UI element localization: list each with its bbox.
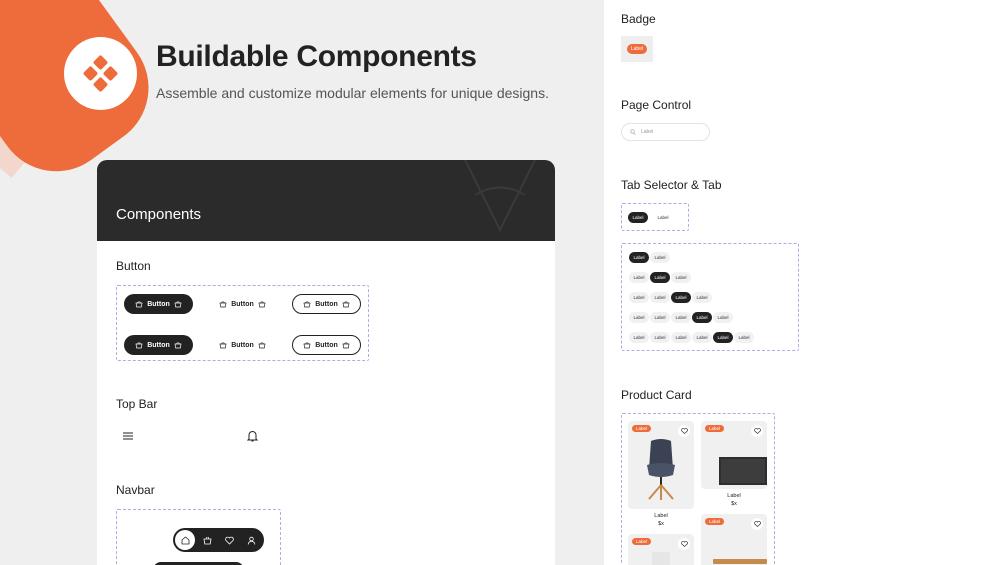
tab[interactable]: Label: [629, 332, 649, 343]
basket-icon: [174, 300, 182, 307]
product-card[interactable]: Label: [701, 514, 767, 565]
product-card-group: Label Label $x Label Label $x Label Labe…: [621, 413, 775, 565]
left-panel: Buildable Components Assemble and custom…: [0, 0, 604, 565]
basket-icon: [303, 341, 311, 348]
basket-icon: [303, 300, 311, 307]
product-card-section-title: Product Card: [621, 388, 692, 402]
badge-section-title: Badge: [621, 12, 656, 26]
tab[interactable]: Label: [650, 332, 670, 343]
tab[interactable]: Label: [650, 252, 670, 263]
product-badge: Label: [632, 538, 652, 545]
tv-image: [719, 457, 767, 485]
heart-icon[interactable]: [219, 530, 239, 550]
product-image: [652, 552, 670, 565]
button-light[interactable]: Button: [208, 335, 277, 355]
button-section-title: Button: [116, 259, 151, 273]
tab[interactable]: Label: [713, 312, 733, 323]
search-placeholder: Label: [641, 129, 654, 135]
logo-diamond-icon: [64, 37, 137, 110]
badge-preview: Label: [621, 36, 653, 62]
button-outline[interactable]: Button: [292, 335, 361, 355]
right-panel: Badge Label Page Control Label Tab Selec…: [604, 0, 1005, 565]
product-badge: Label: [705, 518, 725, 525]
tab[interactable]: Label: [671, 312, 691, 323]
page-title: Buildable Components: [156, 40, 477, 73]
product-badge: Label: [705, 425, 725, 432]
tab[interactable]: Label: [650, 292, 670, 303]
tab[interactable]: Label: [692, 332, 712, 343]
tab[interactable]: Label: [671, 332, 691, 343]
basket-icon: [342, 300, 350, 307]
button-label: Button: [147, 341, 170, 349]
tab-active[interactable]: Label: [629, 252, 649, 263]
tab[interactable]: Label: [629, 312, 649, 323]
heart-icon[interactable]: [678, 538, 690, 550]
button-variants-group: Button Button Button Button Button Butto…: [116, 285, 369, 361]
tab-selector-group: Label Label: [621, 203, 689, 231]
tab[interactable]: Label: [629, 272, 649, 283]
heart-icon[interactable]: [678, 425, 690, 437]
basket-icon: [219, 300, 227, 307]
button-dark[interactable]: Button: [124, 335, 193, 355]
tab-active[interactable]: Label: [671, 292, 691, 303]
button-light[interactable]: Button: [208, 294, 277, 314]
button-label: Button: [231, 300, 254, 308]
tab-active[interactable]: Label: [692, 312, 712, 323]
button-dark[interactable]: Button: [124, 294, 193, 314]
product-name: Label: [727, 493, 741, 499]
tab[interactable]: Label: [734, 332, 754, 343]
button-outline[interactable]: Button: [292, 294, 361, 314]
tab[interactable]: Label: [671, 272, 691, 283]
button-label: Button: [315, 341, 338, 349]
tab-matrix-group: Label Label Label Label Label Label Labe…: [621, 243, 799, 351]
search-input[interactable]: Label: [621, 123, 710, 141]
page-subtitle: Assemble and customize modular elements …: [156, 85, 549, 101]
heart-icon[interactable]: [751, 518, 763, 530]
menu-icon[interactable]: [123, 432, 133, 440]
navbar-group: [116, 509, 281, 565]
card-header: Components: [97, 160, 555, 241]
components-card: Components Button Button Button Button B…: [97, 160, 555, 565]
tab-section-title: Tab Selector & Tab: [621, 178, 722, 192]
product-card[interactable]: Label: [628, 421, 694, 509]
tab-active[interactable]: Label: [650, 272, 670, 283]
home-icon[interactable]: [175, 530, 195, 550]
bell-icon[interactable]: [247, 430, 258, 442]
search-icon: [630, 129, 636, 135]
card-title: Components: [116, 206, 202, 223]
product-price: $x: [658, 521, 664, 527]
product-card[interactable]: Label: [628, 534, 694, 565]
tab[interactable]: Label: [653, 212, 673, 223]
product-price: $x: [731, 501, 737, 507]
basket-icon: [135, 341, 143, 348]
button-label: Button: [147, 300, 170, 308]
basket-icon: [219, 341, 227, 348]
tab-active[interactable]: Label: [628, 212, 648, 223]
product-name: Label: [654, 513, 668, 519]
product-badge: Label: [632, 425, 652, 432]
tab[interactable]: Label: [650, 312, 670, 323]
tab[interactable]: Label: [629, 292, 649, 303]
badge: Label: [626, 44, 648, 54]
chair-image: [647, 439, 675, 500]
basket-icon: [342, 341, 350, 348]
page-control-section-title: Page Control: [621, 98, 692, 112]
heart-icon[interactable]: [751, 425, 763, 437]
navbar-section-title: Navbar: [116, 483, 155, 497]
tab-active[interactable]: Label: [713, 332, 733, 343]
tab[interactable]: Label: [692, 292, 712, 303]
topbar-section-title: Top Bar: [116, 397, 158, 411]
button-label: Button: [315, 300, 338, 308]
navbar: [173, 528, 264, 552]
button-label: Button: [231, 341, 254, 349]
user-icon[interactable]: [241, 530, 261, 550]
basket-icon: [174, 341, 182, 348]
basket-icon: [258, 341, 266, 348]
header-decoration: [464, 160, 536, 233]
product-card[interactable]: Label: [701, 421, 767, 489]
product-image: [713, 559, 767, 564]
basket-icon: [258, 300, 266, 307]
basket-icon: [135, 300, 143, 307]
bag-icon[interactable]: [197, 530, 217, 550]
